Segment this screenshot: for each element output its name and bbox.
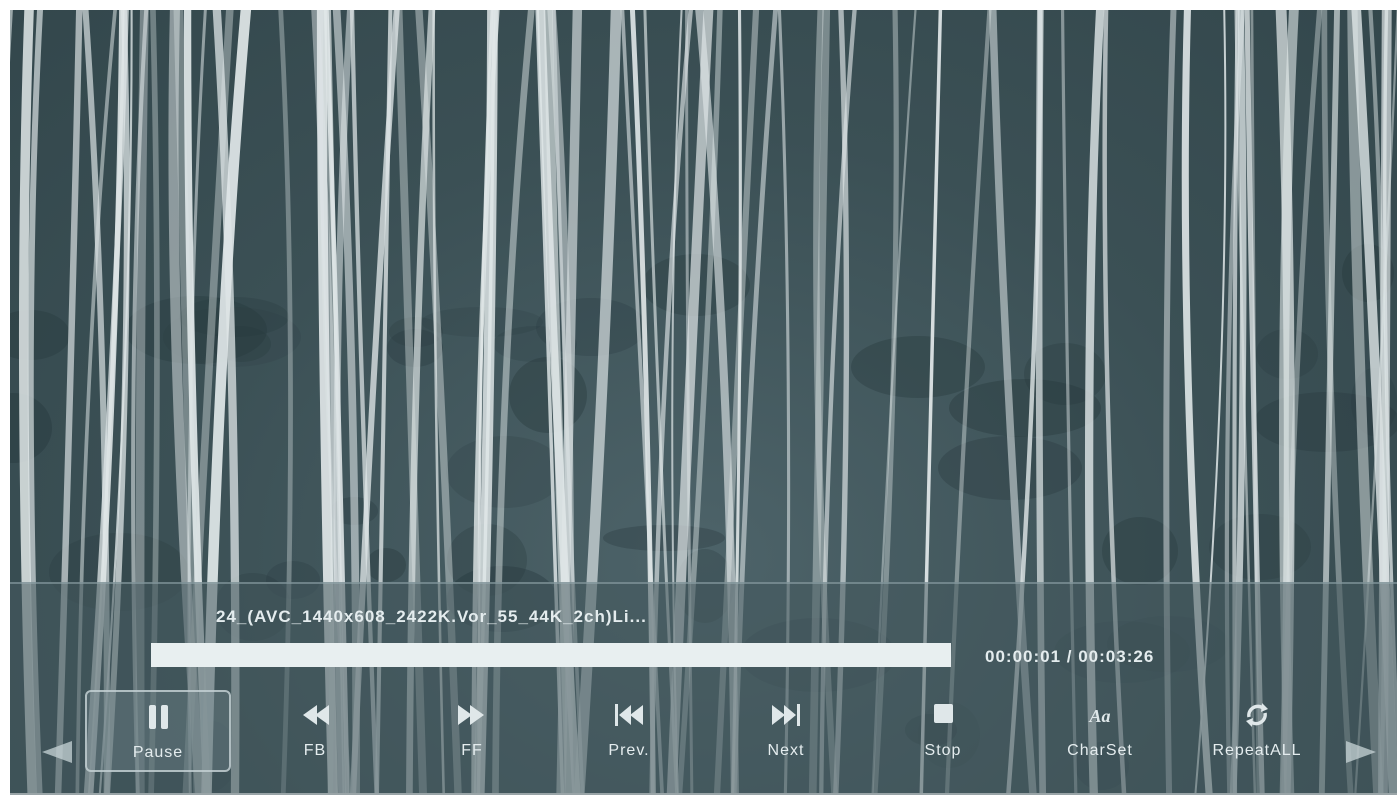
prev-button[interactable]: Prev. [556,690,702,772]
stop-label: Stop [924,742,962,759]
ff-label: FF [461,742,483,759]
time-display: 00:00:01 / 00:03:26 [985,647,1155,666]
repeat-label: RepeatALL [1212,742,1302,759]
pause-button[interactable]: Pause [85,690,231,772]
fast-forward-icon [458,705,484,725]
charset-label: CharSet [1067,742,1133,759]
stop-icon [934,704,953,723]
progress-bar[interactable] [151,643,951,667]
charset-icon: Aa [1088,706,1110,726]
fb-label: FB [303,742,327,759]
fb-button[interactable]: FB [242,690,388,772]
repeat-button[interactable]: RepeatALL [1184,690,1330,772]
charset-button[interactable]: Aa CharSet [1027,690,1173,772]
svg-text:Aa: Aa [1088,706,1110,726]
scroll-right-arrow-icon[interactable] [1346,741,1376,763]
scroll-left-arrow-icon[interactable] [42,741,72,763]
next-button[interactable]: Next [713,690,859,772]
file-name: 24_(AVC_1440x608_2422K.Vor_55_44K_2ch)Li… [216,607,647,626]
control-bar: Pause FB FF Prev. Next Stop Aa CharSet R… [85,690,1330,772]
ff-button[interactable]: FF [399,690,545,772]
repeat-icon [1246,703,1268,727]
pause-icon [149,705,168,729]
previous-track-icon [615,704,643,726]
fast-backward-icon [303,705,329,725]
next-track-icon [772,704,800,726]
pause-label: Pause [132,744,184,761]
stop-button[interactable]: Stop [870,690,1016,772]
progress-fill [151,643,951,667]
next-label: Next [767,742,805,759]
prev-label: Prev. [608,742,650,759]
